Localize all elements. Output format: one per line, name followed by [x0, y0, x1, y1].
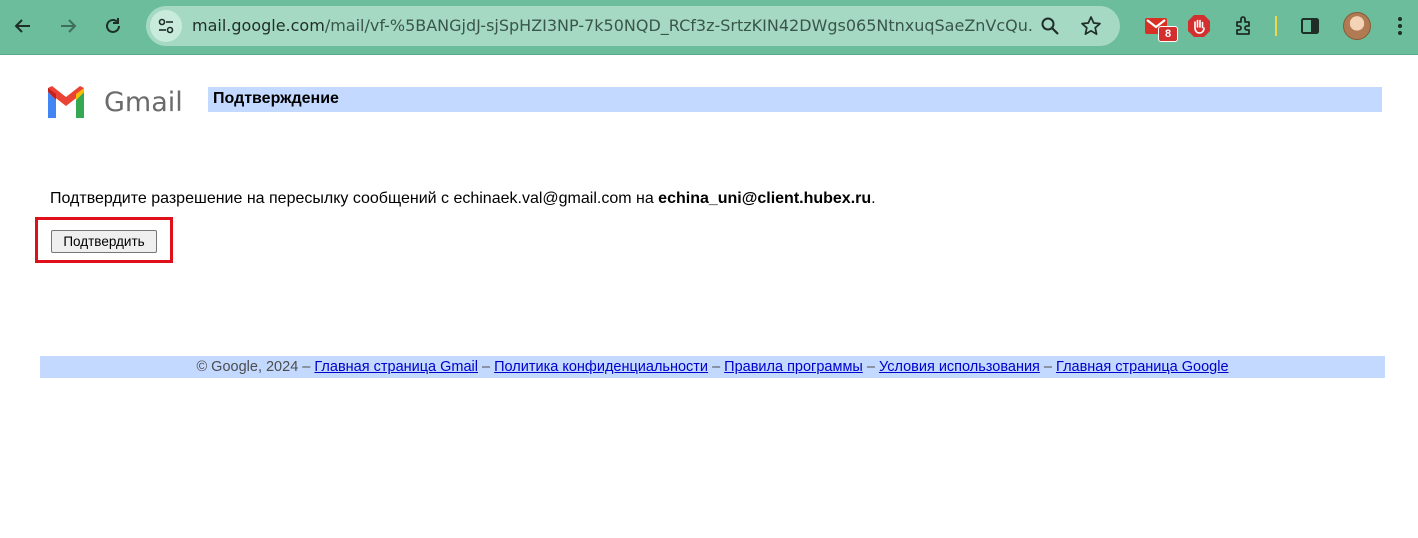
address-bar[interactable]: mail.google.com/mail/vf-%5BANGjdJ-sjSpHZ…: [146, 6, 1120, 46]
page-title: Подтверждение: [213, 90, 339, 107]
url-text[interactable]: mail.google.com/mail/vf-%5BANGjdJ-sjSpHZ…: [192, 16, 1032, 35]
footer-separator: –: [862, 359, 879, 375]
back-icon[interactable]: [6, 9, 40, 43]
forwarding-address: echina_uni@client.hubex.ru: [658, 190, 872, 207]
title-bar: Подтверждение: [208, 87, 1382, 112]
forward-icon[interactable]: [51, 9, 85, 43]
footer-separator: –: [1039, 359, 1057, 375]
star-icon[interactable]: [1079, 14, 1103, 38]
avatar[interactable]: [1343, 12, 1371, 40]
confirmation-message: Подтвердите разрешение на пересылку сооб…: [50, 190, 876, 208]
footer-link-terms[interactable]: Условия использования: [879, 359, 1040, 375]
footer-separator: –: [298, 359, 315, 375]
adblock-icon[interactable]: [1185, 12, 1213, 40]
browser-toolbar: mail.google.com/mail/vf-%5BANGjdJ-sjSpHZ…: [0, 0, 1418, 55]
menu-icon[interactable]: [1386, 12, 1414, 40]
side-panel-icon[interactable]: [1296, 12, 1324, 40]
url-path: /mail/vf-%5BANGjdJ-sjSpHZI3NP-7k50NQD_RC…: [324, 16, 1032, 35]
gmail-unread-badge: 8: [1158, 26, 1178, 42]
footer-separator: –: [708, 359, 725, 375]
message-suffix: .: [871, 190, 876, 207]
message-text: Подтвердите разрешение на пересылку сооб…: [50, 190, 659, 207]
confirm-button[interactable]: Подтвердить: [51, 230, 157, 253]
footer-link-gmail-home[interactable]: Главная страница Gmail: [314, 359, 478, 375]
extensions-icon[interactable]: [1230, 12, 1258, 40]
zoom-icon[interactable]: [1038, 14, 1062, 38]
footer-link-program-policies[interactable]: Правила программы: [724, 359, 863, 375]
gmail-logo-text: Gmail: [104, 87, 183, 118]
url-host: mail.google.com: [192, 16, 325, 35]
footer-copyright: © Google, 2024: [196, 359, 299, 375]
footer-link-google-home[interactable]: Главная страница Google: [1056, 359, 1229, 375]
reload-icon[interactable]: [96, 9, 130, 43]
footer-separator: –: [478, 359, 495, 375]
footer-link-privacy[interactable]: Политика конфиденциальности: [494, 359, 708, 375]
footer: © Google, 2024 – Главная страница Gmail …: [40, 356, 1385, 378]
toolbar-divider: [1275, 16, 1277, 36]
site-info-icon[interactable]: [150, 10, 182, 42]
